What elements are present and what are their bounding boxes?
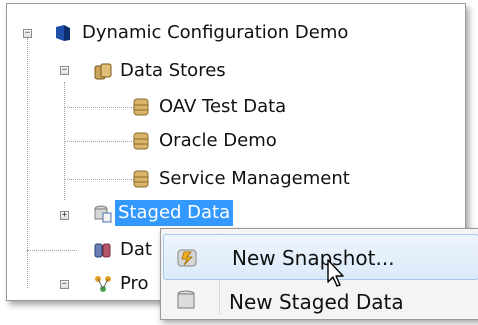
tree-item-oav-test-data[interactable]: OAV Test Data xyxy=(156,94,289,120)
project-icon xyxy=(56,25,70,41)
expand-toggle-staged-data[interactable]: + xyxy=(60,211,69,220)
staged-data-icon xyxy=(177,290,195,309)
tree-item-data-interfaces[interactable]: Dat xyxy=(117,237,155,263)
tree-item-staged-data[interactable]: Staged Data xyxy=(115,200,234,226)
data-interfaces-icon xyxy=(94,243,111,258)
database-icon xyxy=(133,170,149,188)
tree-line-item xyxy=(64,107,136,108)
collapse-toggle-processes[interactable]: − xyxy=(60,280,69,289)
tree-item-oracle-demo[interactable]: Oracle Demo xyxy=(156,128,280,154)
snapshot-icon xyxy=(177,249,197,267)
context-menu: New Snapshot... New Staged Data xyxy=(160,228,478,320)
collapse-toggle-root[interactable]: − xyxy=(23,29,32,38)
staged-data-icon xyxy=(94,205,112,223)
collapse-toggle-data-stores[interactable]: − xyxy=(60,66,69,75)
menu-item-new-snapshot[interactable]: New Snapshot... xyxy=(163,234,478,280)
tree-line-item xyxy=(64,141,136,142)
processes-icon xyxy=(95,276,111,292)
mouse-cursor-icon xyxy=(327,259,344,287)
tree-line-item xyxy=(27,250,77,251)
tree-item-processes[interactable]: Pro xyxy=(117,271,152,297)
database-icon xyxy=(133,132,149,150)
menu-item-new-staged-data[interactable]: New Staged Data xyxy=(161,279,478,325)
menu-item-label: New Snapshot... xyxy=(232,246,395,270)
tree-item-dynamic-configuration-demo[interactable]: Dynamic Configuration Demo xyxy=(79,20,351,46)
tree-line-item xyxy=(64,179,136,180)
tree-item-data-stores[interactable]: Data Stores xyxy=(117,58,229,84)
data-stores-icon xyxy=(94,63,112,80)
database-icon xyxy=(133,98,149,116)
menu-item-label: New Staged Data xyxy=(229,290,404,314)
tree-item-service-management[interactable]: Service Management xyxy=(156,166,353,192)
